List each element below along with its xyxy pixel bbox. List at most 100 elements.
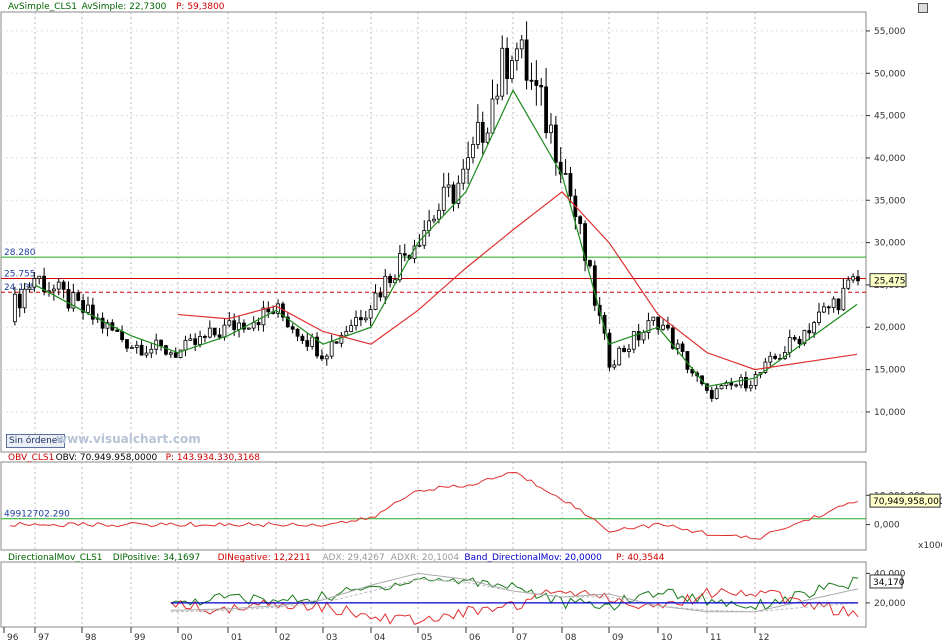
candle-body: [290, 326, 295, 330]
candle-body: [383, 275, 388, 298]
candle-body: [320, 355, 324, 360]
candle-body: [115, 329, 120, 332]
x-tick-label: 01: [231, 633, 242, 642]
candle-body: [856, 276, 860, 282]
candle-body: [812, 322, 817, 334]
candle-body: [188, 338, 193, 341]
candle-body: [836, 298, 841, 311]
candle-body: [675, 343, 680, 349]
x-tick-label: 05: [421, 633, 432, 642]
x-tick-label: 11: [710, 633, 721, 642]
x-tick-label: 98: [85, 633, 97, 642]
candle-body: [787, 337, 792, 353]
last-price-label: 25,475: [874, 277, 906, 287]
candle-body: [797, 338, 802, 345]
candle-body: [237, 322, 241, 330]
candle-body: [841, 287, 846, 311]
candle-body: [363, 317, 368, 321]
candle-body: [56, 281, 61, 290]
candle-body: [149, 348, 154, 354]
candle-body: [222, 324, 227, 338]
price-header-item: P: 59,3800: [176, 2, 225, 12]
candle-body: [212, 327, 217, 336]
x-tick-label: 99: [134, 633, 146, 642]
candle-body: [553, 124, 558, 163]
candle-body: [592, 265, 597, 306]
y-tick-label: 15,000: [874, 366, 906, 376]
dmi-header-item: P: 40,3544: [616, 553, 665, 563]
candle-body: [451, 184, 456, 204]
candle-body: [373, 292, 378, 310]
candle-body: [719, 385, 724, 390]
candle-body: [490, 98, 495, 134]
chart-area: 28.28025.75524.135 49912702.290 55,00050…: [0, 2, 942, 642]
candle-body: [61, 281, 66, 290]
candle-body: [446, 184, 451, 188]
candle-body: [32, 278, 37, 288]
dmi-header-item: ADX: 29,4267: [322, 553, 384, 563]
y-tick-label: 50,000: [874, 69, 906, 79]
candle-body: [651, 316, 656, 322]
candle-body: [612, 364, 617, 368]
candle-body: [748, 385, 753, 389]
candle-body: [607, 332, 612, 368]
candle-body: [51, 288, 56, 292]
candle-body: [295, 328, 300, 337]
candle-body: [485, 132, 490, 143]
candle-body: [144, 352, 149, 356]
candle-body: [480, 121, 485, 143]
x-tick-label: 12: [758, 633, 769, 642]
candle-body: [12, 293, 17, 323]
x-tick-label: 96: [7, 633, 19, 642]
last-price-marker: 25,475: [869, 273, 907, 288]
candle-body: [305, 340, 310, 347]
obv-header-item: OBV: 70.949.958,0000: [56, 453, 158, 463]
candle-body: [792, 337, 797, 340]
candle-body: [27, 286, 32, 290]
candle-body: [661, 324, 665, 330]
y-tick-label: 20,000: [874, 599, 906, 609]
candle-body: [846, 279, 851, 289]
candle-body: [549, 124, 553, 134]
candle-body: [432, 218, 436, 222]
candle-body: [641, 332, 646, 341]
candle-body: [139, 344, 144, 356]
candle-body: [368, 309, 373, 319]
candle-body: [120, 331, 124, 340]
candle-body: [193, 338, 198, 345]
candle-body: [529, 79, 534, 82]
candle-body: [588, 260, 592, 267]
candle-body: [563, 173, 568, 175]
candle-body: [227, 320, 232, 326]
candle-body: [17, 293, 22, 309]
candle-body: [524, 39, 529, 81]
price-header-item: AvSimple_CLS1: [8, 2, 77, 12]
candle-body: [388, 275, 393, 284]
dmi-last-marker: 34,170: [869, 574, 905, 589]
candle-body: [807, 330, 812, 334]
x-tick-label: 04: [374, 633, 386, 642]
x-tick-label: 02: [279, 633, 290, 642]
candle-body: [441, 186, 446, 211]
candle-body: [436, 209, 441, 220]
dmi-last-label: 34,170: [873, 578, 905, 588]
candle-body: [519, 39, 524, 50]
candle-body: [125, 339, 129, 349]
candle-body: [402, 253, 407, 256]
candle-body: [203, 336, 207, 338]
candle-body: [680, 343, 685, 352]
x-tick-label: 10: [661, 633, 673, 642]
candle-body: [568, 173, 573, 197]
x-tick-label: 00: [181, 633, 193, 642]
candle-body: [100, 317, 105, 329]
candle-body: [631, 331, 636, 350]
candle-body: [505, 47, 510, 80]
candle-body: [685, 351, 690, 370]
candle-body: [817, 311, 821, 323]
close-icon[interactable]: [918, 3, 928, 13]
candle-body: [709, 389, 714, 399]
obv-scale-note: x10000: [918, 541, 942, 551]
candle-body: [466, 157, 471, 170]
candle-body: [622, 347, 626, 352]
obv-last-marker: 70,949,958,000: [869, 493, 942, 508]
